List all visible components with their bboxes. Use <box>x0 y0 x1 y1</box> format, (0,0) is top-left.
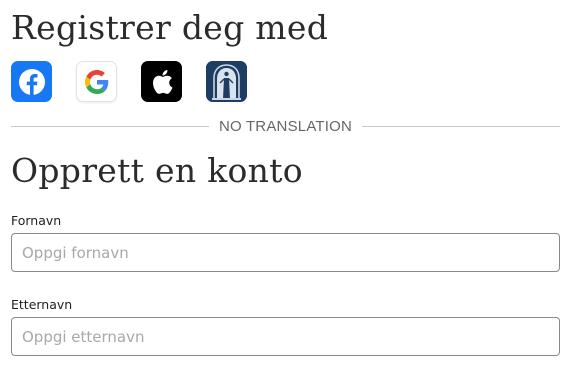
divider-line-left <box>11 126 209 127</box>
divider-text: NO TRANSLATION <box>218 118 353 135</box>
or-divider: NO TRANSLATION <box>11 118 561 135</box>
facebook-login-button[interactable] <box>11 61 52 102</box>
last-name-input[interactable] <box>11 317 560 356</box>
apple-login-button[interactable] <box>141 61 182 102</box>
first-name-input[interactable] <box>11 233 560 272</box>
divider-line-right <box>362 126 561 127</box>
google-icon <box>84 69 108 94</box>
apple-icon <box>152 69 172 94</box>
google-login-button[interactable] <box>76 61 117 102</box>
facebook-icon <box>18 68 45 95</box>
last-name-label: Etternavn <box>11 297 73 312</box>
create-account-heading: Opprett en konto <box>11 151 303 190</box>
register-heading: Registrer deg med <box>11 8 329 47</box>
first-name-label: Fornavn <box>11 213 62 228</box>
church-account-login-button[interactable] <box>206 61 247 102</box>
social-login-buttons <box>11 61 247 102</box>
temple-icon <box>206 61 247 102</box>
